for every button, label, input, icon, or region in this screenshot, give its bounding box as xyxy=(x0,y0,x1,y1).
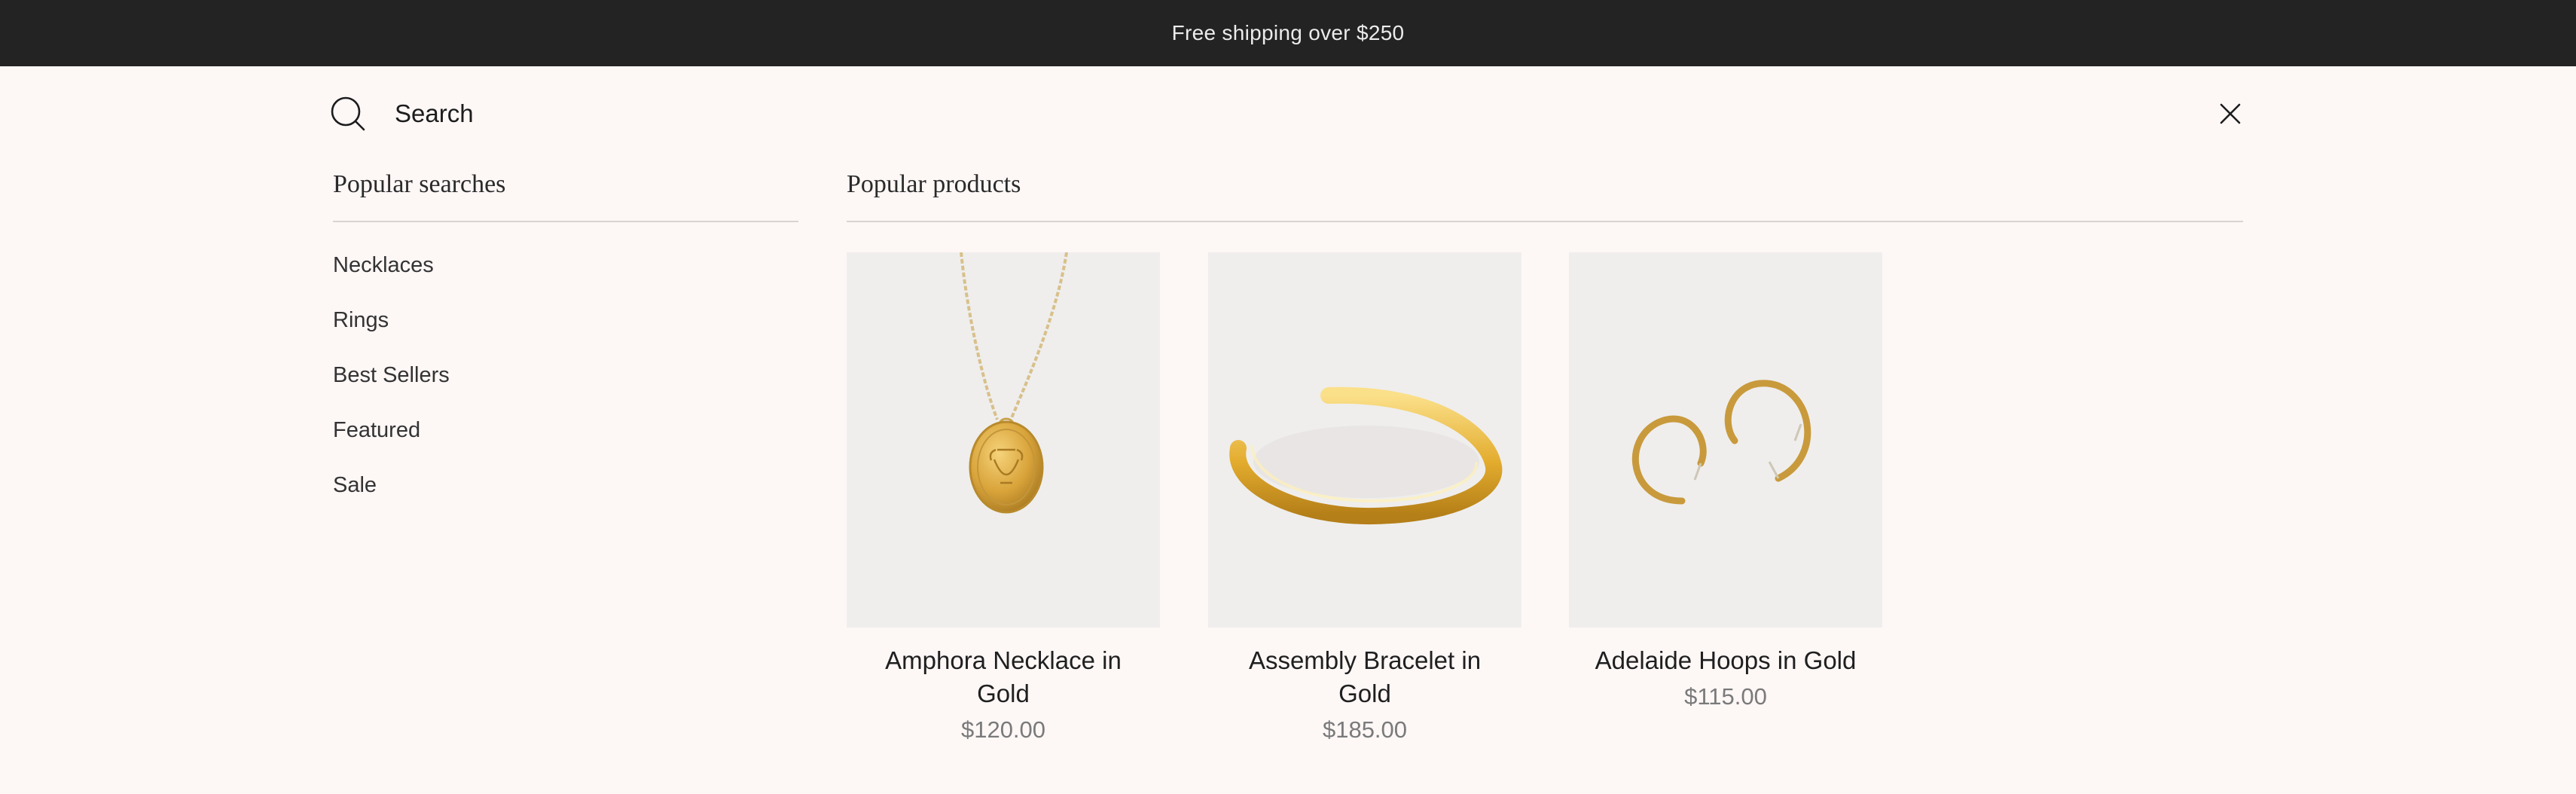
popular-search-sale[interactable]: Sale xyxy=(333,469,450,524)
popular-search-featured[interactable]: Featured xyxy=(333,414,450,469)
product-price: $115.00 xyxy=(1684,683,1767,710)
search-bar xyxy=(330,89,2248,139)
product-card-adelaide-hoops[interactable]: Adelaide Hoops in Gold $115.00 xyxy=(1569,252,1882,710)
product-image-bracelet[interactable] xyxy=(1208,252,1521,628)
close-search-button[interactable] xyxy=(2213,96,2248,131)
product-price: $185.00 xyxy=(1322,716,1408,743)
product-title[interactable]: Amphora Necklace in Gold xyxy=(847,644,1160,710)
close-icon xyxy=(2220,103,2241,124)
product-card-assembly-bracelet[interactable]: Assembly Bracelet in Gold $185.00 xyxy=(1208,252,1521,744)
announcement-bar: Free shipping over $250 xyxy=(0,0,2576,66)
popular-products-heading: Popular products xyxy=(847,170,1021,198)
search-icon[interactable] xyxy=(330,96,366,132)
popular-searches-list: Necklaces Rings Best Sellers Featured Sa… xyxy=(333,249,450,524)
product-title[interactable]: Assembly Bracelet in Gold xyxy=(1208,644,1521,710)
product-image-necklace[interactable] xyxy=(847,252,1160,628)
search-input[interactable] xyxy=(395,99,2213,128)
popular-search-necklaces[interactable]: Necklaces xyxy=(333,249,450,304)
popular-searches-divider xyxy=(333,221,798,222)
product-price: $120.00 xyxy=(960,716,1046,743)
popular-search-rings[interactable]: Rings xyxy=(333,304,450,359)
popular-searches-heading: Popular searches xyxy=(333,170,506,198)
product-image-hoops[interactable] xyxy=(1569,252,1882,628)
popular-products-divider xyxy=(847,221,2243,222)
popular-search-best-sellers[interactable]: Best Sellers xyxy=(333,359,450,414)
product-card-amphora-necklace[interactable]: Amphora Necklace in Gold $120.00 xyxy=(847,252,1160,744)
product-title[interactable]: Adelaide Hoops in Gold xyxy=(1569,644,1882,677)
announcement-text: Free shipping over $250 xyxy=(1171,21,1405,44)
